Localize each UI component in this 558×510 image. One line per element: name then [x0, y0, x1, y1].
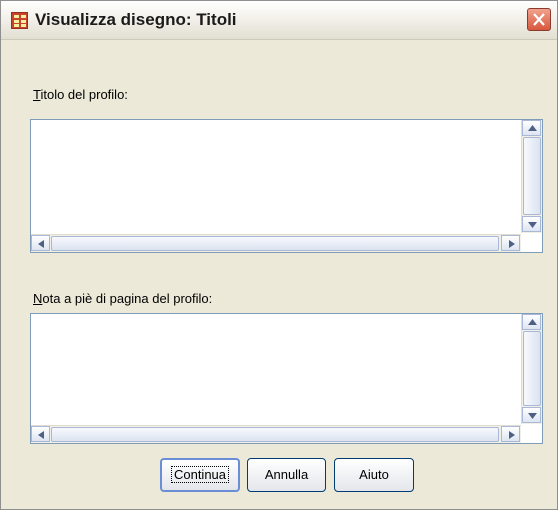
scroll-right-button[interactable]	[501, 426, 520, 442]
title-horizontal-scrollbar[interactable]	[31, 234, 521, 252]
scroll-left-button[interactable]	[31, 426, 50, 442]
arrow-left-icon	[38, 431, 44, 439]
title-label-text: itolo del profilo:	[40, 87, 128, 102]
spreadsheet-icon	[11, 12, 28, 29]
continue-button[interactable]: Continua	[160, 458, 240, 492]
footnote-field-label: Nota a piè di pagina del profilo:	[33, 291, 212, 306]
arrow-right-icon	[509, 431, 515, 439]
scroll-right-button[interactable]	[501, 235, 520, 251]
arrow-up-icon	[528, 125, 537, 131]
scroll-down-button[interactable]	[522, 407, 541, 423]
footnote-label-text: ota a piè di pagina del profilo:	[42, 291, 213, 306]
scroll-down-button[interactable]	[522, 216, 541, 232]
scroll-up-button[interactable]	[522, 314, 541, 330]
scroll-up-button[interactable]	[522, 120, 541, 136]
cancel-button[interactable]: Annulla	[247, 458, 326, 492]
continue-button-label: Continua	[170, 466, 230, 483]
dialog-title: Visualizza disegno: Titoli	[35, 10, 237, 29]
footnote-textarea[interactable]	[30, 313, 543, 444]
vertical-scroll-thumb[interactable]	[523, 137, 541, 215]
title-vertical-scrollbar[interactable]	[521, 120, 542, 233]
help-button[interactable]: Aiuto	[334, 458, 414, 492]
close-icon	[533, 13, 545, 26]
footnote-vertical-scrollbar[interactable]	[521, 314, 542, 424]
arrow-right-icon	[509, 240, 515, 248]
horizontal-scroll-thumb[interactable]	[51, 427, 499, 442]
title-field-label: Titolo del profilo:	[33, 87, 128, 102]
close-button[interactable]	[527, 8, 551, 31]
title-textarea[interactable]	[30, 119, 543, 253]
title-bar[interactable]: Visualizza disegno: Titoli	[1, 1, 557, 40]
arrow-up-icon	[528, 319, 537, 325]
arrow-down-icon	[528, 222, 537, 228]
arrow-down-icon	[528, 413, 537, 419]
footnote-label-mnemonic: N	[33, 291, 43, 306]
arrow-left-icon	[38, 240, 44, 248]
footnote-horizontal-scrollbar[interactable]	[31, 425, 521, 443]
dialog-window: Visualizza disegno: Titoli Titolo del pr…	[0, 0, 558, 510]
vertical-scroll-thumb[interactable]	[523, 331, 541, 406]
scroll-left-button[interactable]	[31, 235, 50, 251]
horizontal-scroll-thumb[interactable]	[51, 236, 499, 251]
